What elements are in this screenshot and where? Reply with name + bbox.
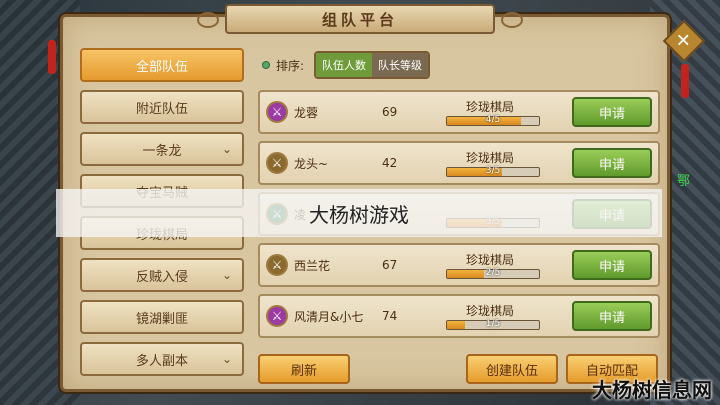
sidebar-item-label: 一条龙 — [142, 143, 182, 159]
team-activity: 珍珑棋局 — [466, 151, 515, 165]
team-row: ⚔ 风清月&小七 74 珍珑棋局 1/5 申请 — [258, 294, 660, 338]
tassel-right-icon — [681, 64, 689, 98]
cloud-ornament-left-icon — [197, 12, 219, 28]
chevron-down-icon: ⌄ — [221, 352, 232, 366]
sort-option-team-size[interactable]: 队伍人数 — [316, 53, 373, 77]
sort-dot-icon — [262, 61, 270, 69]
team-row: ⚔ 西兰花 67 珍珑棋局 2/5 申请 — [258, 243, 660, 287]
sidebar-item-label: 全部队伍 — [135, 59, 188, 75]
close-icon: ✕ — [676, 30, 692, 52]
sidebar-item[interactable]: 附近队伍 — [80, 90, 244, 124]
page-title: 组队平台 — [321, 10, 398, 29]
apply-button[interactable]: 申请 — [572, 97, 652, 127]
corner-watermark: 大杨树信息网 — [592, 378, 712, 402]
sidebar-item[interactable]: 一条龙 ⌄ — [80, 132, 244, 166]
team-activity: 珍珑棋局 — [466, 253, 515, 267]
team-row: ⚔ 龙蓉 69 珍珑棋局 4/5 申请 — [258, 90, 660, 134]
background-green-text: 鄂 — [676, 174, 690, 189]
sidebar-item-label: 镜湖剿匪 — [135, 311, 188, 327]
member-count: 1/5 — [485, 319, 501, 329]
sidebar-item[interactable]: 全部队伍 — [80, 48, 244, 82]
sidebar-item-label: 多人副本 — [135, 353, 188, 369]
team-activity: 珍珑棋局 — [466, 304, 515, 318]
sort-bar: 排序: 队伍人数 队长等级 — [262, 51, 431, 79]
title-bar: 组队平台 — [197, 4, 523, 34]
sidebar-item[interactable]: 多人副本 ⌄ — [80, 342, 244, 376]
watermark-banner: 大杨树游戏 — [56, 189, 662, 237]
chevron-down-icon: ⌄ — [221, 268, 232, 282]
member-count: 3/5 — [485, 166, 501, 176]
team-leader-level: 67 — [382, 258, 398, 272]
refresh-button[interactable]: 刷新 — [258, 354, 350, 384]
class-emblem-icon: ⚔ — [266, 254, 288, 276]
tassel-left-icon — [48, 40, 56, 74]
class-emblem-icon: ⚔ — [266, 305, 288, 327]
team-row: ⚔ 龙头~ 42 珍珑棋局 3/5 申请 — [258, 141, 660, 185]
team-activity: 珍珑棋局 — [466, 100, 515, 114]
team-leader-level: 69 — [382, 105, 398, 119]
sidebar-item-label: 附近队伍 — [135, 101, 188, 117]
team-leader-name: 龙头~ — [294, 156, 329, 171]
create-team-button[interactable]: 创建队伍 — [466, 354, 558, 384]
class-emblem-icon: ⚔ — [266, 101, 288, 123]
sidebar-item[interactable]: 镜湖剿匪 — [80, 300, 244, 334]
class-emblem-icon: ⚔ — [266, 152, 288, 174]
cloud-ornament-right-icon — [501, 12, 523, 28]
member-count: 2/5 — [485, 268, 501, 278]
team-leader-name: 龙蓉 — [294, 105, 319, 120]
sort-option-leader-level[interactable]: 队长等级 — [372, 53, 429, 77]
team-leader-level: 42 — [382, 156, 398, 170]
apply-button[interactable]: 申请 — [572, 301, 652, 331]
sidebar-item-label: 反贼入侵 — [135, 269, 188, 285]
chevron-down-icon: ⌄ — [221, 142, 232, 156]
sidebar-item[interactable]: 反贼入侵 ⌄ — [80, 258, 244, 292]
team-leader-name: 风清月&小七 — [294, 309, 364, 324]
team-leader-name: 西兰花 — [294, 258, 331, 273]
apply-button[interactable]: 申请 — [572, 148, 652, 178]
sort-label: 排序: — [276, 58, 305, 73]
team-leader-level: 74 — [382, 309, 398, 323]
sort-toggle: 队伍人数 队长等级 — [314, 51, 431, 79]
apply-button[interactable]: 申请 — [572, 250, 652, 280]
member-count: 4/5 — [485, 115, 501, 125]
